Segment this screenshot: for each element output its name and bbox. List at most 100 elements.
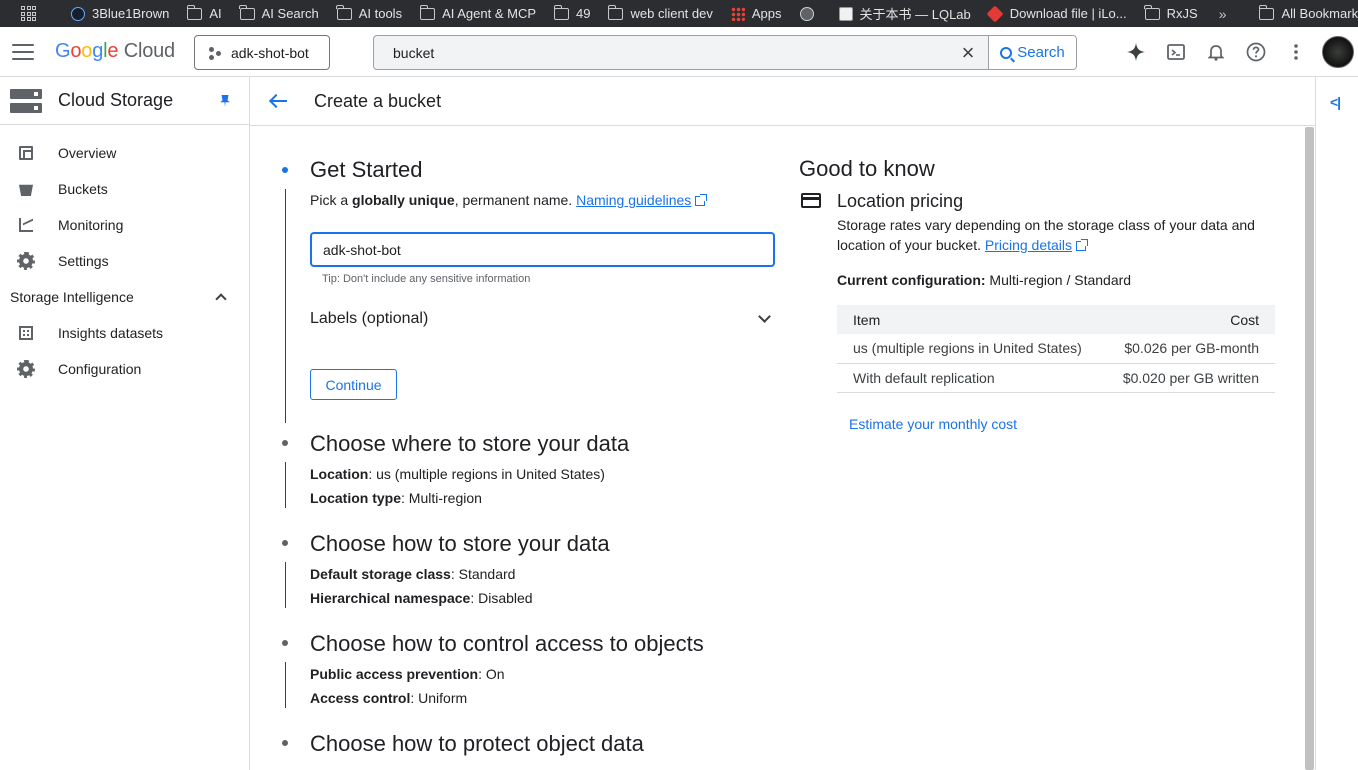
project-picker[interactable]: adk-shot-bot [194,35,330,70]
step-title-protect[interactable]: Choose how to protect object data [310,731,644,757]
help-icon[interactable] [1236,32,1276,72]
step-indicator [282,640,288,646]
table-cell: With default replication [837,363,1108,393]
step-indicator [282,740,288,746]
step-summary-line: Default storage class: Standard [310,566,516,582]
good-to-know-title: Good to know [799,156,935,181]
sidebar-item-buckets[interactable]: Buckets [0,171,249,207]
naming-guidelines-link[interactable]: Naming guidelines [576,192,691,208]
sidebar-section-storage-intelligence[interactable]: Storage Intelligence [0,279,249,315]
table-cell: $0.026 per GB-month [1107,334,1275,364]
step-title-access[interactable]: Choose how to control access to objects [310,631,704,657]
bucket-name-input[interactable] [310,232,775,267]
step-connector [285,462,286,508]
table-header: Item [837,305,1108,334]
bookmarks-overflow-button[interactable]: » [1207,6,1239,22]
more-options-icon[interactable] [1276,32,1316,72]
folder-icon [607,4,624,20]
sidebar-item-settings[interactable]: Settings [0,243,249,279]
right-panel-rail: <| [1315,77,1358,770]
current-configuration: Current configuration: Multi-region / St… [837,272,1132,288]
overview-icon [19,146,33,160]
sidebar: Cloud Storage Overview Buckets Monitorin… [0,77,250,770]
table-cell: $0.020 per GB written [1107,363,1275,393]
step-connector [285,562,286,608]
sidebar-header: Cloud Storage [0,77,249,125]
step-indicator-active [282,167,288,173]
table-header: Cost [1107,305,1275,334]
google-cloud-logo[interactable]: Google Cloud [55,40,175,63]
folder-icon [419,4,436,20]
bookmark-folder-ai-tools[interactable]: AI tools [328,0,411,27]
bookmark-folder-49[interactable]: 49 [545,0,599,27]
cloud-storage-icon [10,88,42,113]
step-summary-line: Hierarchical namespace: Disabled [310,590,533,606]
step-title-how[interactable]: Choose how to store your data [310,531,610,557]
project-icon [209,46,221,60]
external-link-icon [1076,239,1089,251]
gear-icon [17,252,35,270]
pricing-details-link[interactable]: Pricing details [985,237,1072,253]
notifications-bell-icon[interactable] [1196,32,1236,72]
bookmark-folder-ai-search[interactable]: AI Search [231,0,328,27]
search-button[interactable]: Search [988,36,1076,69]
sidebar-item-configuration[interactable]: Configuration [0,351,249,387]
heart-icon [986,5,1004,22]
step-summary-line: Public access prevention: On [310,666,505,682]
step-indicator [282,540,288,546]
step-connector [285,189,286,423]
table-cell: us (multiple regions in United States) [837,334,1108,364]
clear-search-icon[interactable]: × [948,36,988,69]
apps-grid-icon[interactable] [12,0,50,27]
step-title-where[interactable]: Choose where to store your data [310,431,629,457]
sidebar-title: Cloud Storage [58,90,174,110]
bucket-icon [19,184,33,196]
pricing-table: Item Cost us (multiple regions in United… [837,305,1275,393]
sidebar-item-monitoring[interactable]: Monitoring [0,207,249,243]
back-arrow-icon[interactable] [270,94,287,108]
pin-icon[interactable] [220,95,230,107]
sidebar-item-insights-datasets[interactable]: Insights datasets [0,315,249,351]
page-title: Create a bucket [314,90,442,111]
expand-panel-icon[interactable]: <| [1330,94,1341,110]
estimate-cost-link[interactable]: Estimate your monthly cost [849,416,1017,432]
gear-icon [17,360,35,378]
bookmark-folder-web-client-dev[interactable]: web client dev [599,0,721,27]
apps-icon [730,6,745,21]
bookmark-favicon-icon [71,6,85,21]
search-input[interactable]: bucket [374,45,948,61]
naming-intro: Pick a globally unique, permanent name. … [310,192,708,208]
folder-icon [1144,4,1160,20]
account-avatar[interactable] [1322,36,1354,68]
monitoring-chart-icon [19,218,33,232]
location-pricing-title: Location pricing [837,191,964,211]
bookmark-download-file[interactable]: Download file | iLo... [980,0,1136,27]
bookmark-favicon-icon [838,6,853,21]
bookmark-lqlab[interactable]: 关于本书 — LQLab [830,0,980,27]
cloud-shell-icon[interactable] [1156,32,1196,72]
name-tip: Tip: Don't include any sensitive informa… [322,273,531,285]
folder-icon [553,4,570,20]
continue-button[interactable]: Continue [310,369,397,400]
page-header: Create a bucket [250,77,1315,126]
bookmark-3blue1brown[interactable]: 3Blue1Brown [62,0,178,27]
gemini-sparkle-icon[interactable] [1116,32,1156,72]
labels-expander[interactable]: Labels (optional) [310,309,775,329]
all-bookmarks[interactable]: All Bookmarks [1250,0,1358,27]
chevron-down-icon [758,309,771,323]
bookmark-globe[interactable] [791,0,830,27]
insights-grid-icon [19,326,33,340]
table-row: us (multiple regions in United States) $… [837,334,1275,364]
bookmarks-bar: 3Blue1Brown AI AI Search AI tools AI Age… [0,0,1358,27]
bookmark-apps[interactable]: Apps [722,0,791,27]
scrollbar[interactable] [1305,127,1314,770]
menu-icon[interactable] [12,43,34,60]
table-row: With default replication $0.020 per GB w… [837,363,1275,393]
bookmark-folder-rxjs[interactable]: RxJS [1136,0,1207,27]
sidebar-item-overview[interactable]: Overview [0,135,249,171]
location-pricing-text: Storage rates vary depending on the stor… [837,217,1255,253]
bookmark-folder-ai-agent[interactable]: AI Agent & MCP [411,0,545,27]
search-bar: bucket × Search [373,35,1077,70]
bookmark-folder-ai[interactable]: AI [178,0,230,27]
step-indicator [282,440,288,446]
